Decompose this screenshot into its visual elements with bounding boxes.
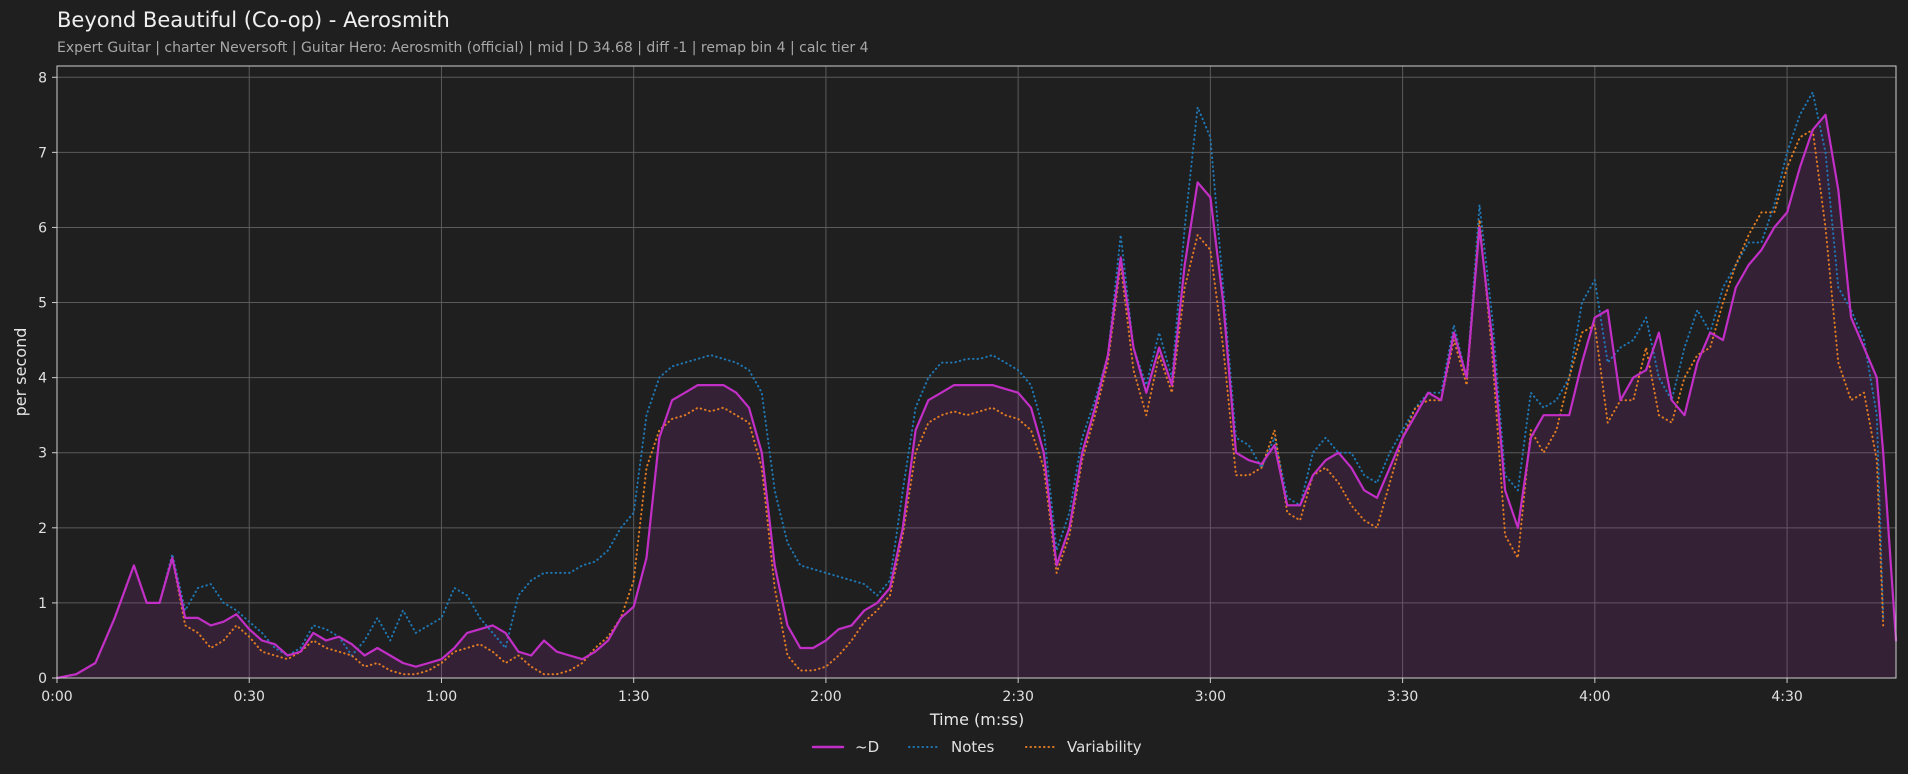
x-tick-label: 0:30 bbox=[234, 689, 265, 705]
y-tick-label: 7 bbox=[38, 145, 47, 161]
x-tick-label: 3:00 bbox=[1195, 689, 1226, 705]
line-chart: 0:00 0:30 1:00 1:30 2:00 2:30 3:00 3:30 4:00 4:30… bbox=[11, 65, 1898, 756]
y-tick-label: 3 bbox=[38, 446, 47, 462]
y-tick-label: 4 bbox=[38, 371, 47, 387]
legend-label: Variability bbox=[1067, 738, 1142, 756]
legend: ~D Notes Variability bbox=[811, 738, 1142, 756]
x-axis-ticks: 0:00 0:30 1:00 1:30 2:00 2:30 3:00 3:30 4:00 4:30 bbox=[41, 678, 1803, 705]
x-tick-label: 2:30 bbox=[1002, 689, 1033, 705]
x-tick-label: 1:00 bbox=[426, 689, 457, 705]
x-tick-label: 2:00 bbox=[810, 689, 841, 705]
y-axis-label: per second bbox=[11, 328, 30, 417]
x-axis-label: Time (m:ss) bbox=[929, 710, 1024, 729]
y-tick-label: 2 bbox=[38, 521, 47, 537]
x-tick-label: 4:30 bbox=[1771, 689, 1802, 705]
y-tick-label: 8 bbox=[38, 70, 47, 86]
y-axis-ticks: 0 1 2 3 4 5 6 7 8 bbox=[38, 70, 57, 687]
x-tick-label: 0:00 bbox=[41, 689, 72, 705]
y-tick-label: 6 bbox=[38, 220, 47, 236]
y-tick-label: 5 bbox=[38, 296, 47, 312]
x-tick-label: 3:30 bbox=[1387, 689, 1418, 705]
x-tick-label: 4:00 bbox=[1579, 689, 1610, 705]
x-tick-label: 1:30 bbox=[618, 689, 649, 705]
y-tick-label: 0 bbox=[38, 671, 47, 687]
y-tick-label: 1 bbox=[38, 596, 47, 612]
legend-label: ~D bbox=[855, 738, 879, 756]
legend-label: Notes bbox=[951, 738, 995, 756]
